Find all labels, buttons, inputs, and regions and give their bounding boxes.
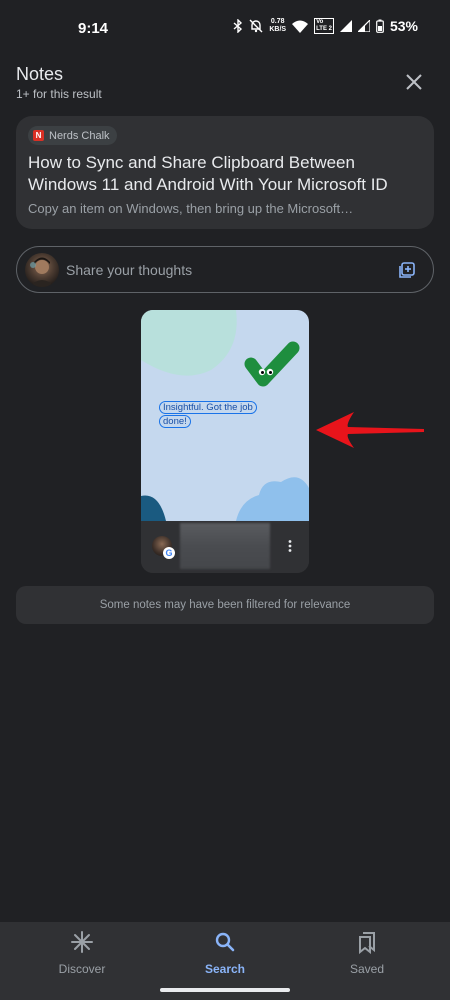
- source-logo: N: [33, 130, 44, 141]
- share-placeholder: Share your thoughts: [66, 262, 193, 278]
- source-name: Nerds Chalk: [49, 129, 110, 142]
- network-speed-value: 0.78: [270, 18, 285, 25]
- nav-saved-label: Saved: [349, 962, 385, 976]
- page-title: Notes: [16, 64, 64, 84]
- avatar-photo: [29, 257, 55, 287]
- lte-badge-bottom: LTE 2: [316, 26, 332, 32]
- note-text-content: Insightful. Got the job done!: [159, 401, 257, 428]
- article-snippet: Copy an item on Windows, then bring up t…: [28, 201, 354, 216]
- article-card[interactable]: N Nerds Chalk How to Sync and Share Clip…: [16, 116, 434, 229]
- asterisk-icon: [71, 931, 93, 953]
- battery-icon: [376, 19, 384, 33]
- nav-search-label: Search: [204, 962, 246, 976]
- page-subtitle: 1+ for this result: [16, 87, 102, 101]
- lte-badge-top: Vo: [316, 19, 324, 25]
- nav-discover-label: Discover: [58, 962, 106, 976]
- more-vert-icon[interactable]: [283, 539, 297, 553]
- network-speed: 0.78 KB/S: [269, 18, 286, 34]
- wifi-icon: [292, 20, 309, 33]
- lte-badge: Vo LTE 2: [314, 18, 334, 34]
- search-icon: [215, 932, 235, 952]
- add-note-icon[interactable]: [397, 260, 417, 280]
- note-card[interactable]: Insightful. Got the job done! G: [141, 310, 309, 573]
- status-bar: 9:14 0.78 KB/S Vo LTE 2 53%: [0, 0, 450, 58]
- battery-percentage: 53%: [389, 18, 418, 34]
- bluetooth-icon: [233, 19, 243, 33]
- nav-discover[interactable]: Discover: [37, 930, 127, 976]
- note-author-redacted: [180, 523, 270, 569]
- nav-search[interactable]: Search: [180, 930, 270, 976]
- bookmarks-icon: [359, 932, 375, 954]
- google-badge: G: [163, 547, 175, 559]
- bell-off-icon: [249, 19, 263, 33]
- status-icons: 0.78 KB/S Vo LTE 2 53%: [233, 18, 418, 34]
- network-speed-unit: KB/S: [269, 26, 287, 33]
- note-footer: G: [141, 521, 309, 573]
- share-thoughts-input[interactable]: Share your thoughts: [16, 246, 434, 293]
- filter-notice: Some notes may have been filtered for re…: [16, 586, 434, 624]
- article-title[interactable]: How to Sync and Share Clipboard Between …: [28, 152, 428, 196]
- close-icon[interactable]: [402, 70, 426, 94]
- status-time: 9:14: [78, 20, 109, 37]
- avatar: [25, 253, 59, 287]
- home-indicator[interactable]: [160, 988, 290, 992]
- nav-saved[interactable]: Saved: [322, 930, 412, 976]
- signal-icon-2: [357, 20, 370, 32]
- red-arrow-annotation: [316, 412, 424, 448]
- source-chip: N Nerds Chalk: [28, 126, 117, 145]
- signal-icon: [339, 20, 352, 32]
- note-text: Insightful. Got the job done!: [159, 401, 266, 429]
